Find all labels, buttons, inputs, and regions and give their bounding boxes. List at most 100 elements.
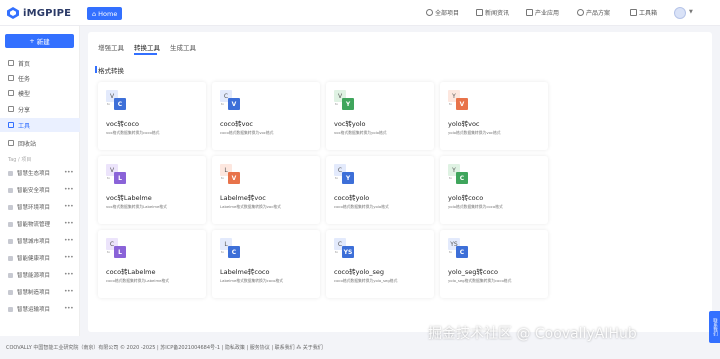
tool-card[interactable]: Vto C voc转coco voc格式数据集转换为coco格式 [98,82,206,150]
project-item[interactable]: 智慧城市项目 ••• [0,235,80,247]
chart-icon [526,9,533,16]
nav-all-projects[interactable]: 全部项目 [426,8,459,17]
to-label: to [221,176,225,180]
folder-icon [8,221,13,227]
document-icon [476,9,483,16]
tool-card[interactable]: Yto V yolo转voc yolo格式数据集转换为voc格式 [440,82,548,150]
more-icon[interactable]: ••• [64,254,74,261]
tool-card[interactable]: Cto Y coco转yolo coco格式数据集转换为yolo格式 [326,156,434,224]
tool-card[interactable]: Lto C Labelme转coco Labelme格式数据集转换为coco格式 [212,230,320,298]
more-icon[interactable]: ••• [64,237,74,244]
project-label: 智慧生态项目 [17,171,51,177]
sidebar: + 新建 首页 任务 模型 分享 工具 回收站 Tag / 项目 智慧生态项目 ••… [0,26,80,336]
tool-card[interactable]: Yto C yolo转coco yolo格式数据集转换为coco格式 [440,156,548,224]
main-panel: 增强工具 转换工具 生成工具 格式转换 Vto Cvoc转coco voc格式数据集… [88,32,712,332]
nav-label: 工具箱 [639,10,658,17]
more-icon[interactable]: ••• [64,186,74,193]
conversion-icon: Cto Y [334,164,360,186]
to-label: to [335,176,339,180]
tool-card[interactable]: Cto L coco转Labelme coco格式数据集转换为Labelme格式 [98,230,206,298]
nav-solutions[interactable]: 产品方案 [577,8,610,17]
to-label: to [449,250,453,254]
project-item[interactable]: 智能物流管理 ••• [0,218,80,230]
conversion-icon: YS to C [448,238,474,260]
project-item[interactable]: 智慧能源项目 ••• [0,269,80,281]
tool-icon [8,122,14,128]
tool-card[interactable]: Cto V coco转voc coco格式数据集转换为voc格式 [212,82,320,150]
more-icon[interactable]: ••• [64,305,74,312]
sidebar-item-home[interactable]: 首页 [0,56,80,70]
more-icon[interactable]: ••• [64,203,74,210]
home-icon: ⌂ [92,9,97,18]
folder-icon [8,187,13,193]
conversion-icon: Yto V [448,90,474,112]
project-item[interactable]: 智能健康项目 ••• [0,252,80,264]
target-format-badge: C [456,246,468,258]
project-label: 智能健康项目 [17,256,51,262]
sidebar-item-label: 分享 [18,106,31,114]
tab-generate[interactable]: 生成工具 [170,42,196,52]
home-icon [8,60,14,66]
tool-card-title: coco转yolo [334,194,370,202]
tool-card[interactable]: Cto YS coco转yolo_seg coco格式数据集转换为yolo_seg格式 [326,230,434,298]
project-item[interactable]: 智慧环境项目 ••• [0,201,80,213]
target-format-badge: YS [342,246,354,258]
tool-card-description: Labelme格式数据集转换为coco格式 [220,278,284,283]
tool-card[interactable]: Lto V Labelme转voc Labelme格式数据集转换为voc格式 [212,156,320,224]
target-format-badge: C [228,246,240,258]
home-button[interactable]: ⌂ Home [87,7,123,20]
project-item[interactable]: 智能安全项目 ••• [0,184,80,196]
project-item[interactable]: 智慧制造项目 ••• [0,286,80,298]
home-label: Home [98,9,118,18]
sidebar-item-label: 回收站 [18,140,37,148]
tool-card[interactable]: Vto Y voc转yolo voc格式数据集转换为yolo格式 [326,82,434,150]
clock-icon [426,9,433,16]
plus-icon: + [29,37,35,45]
sidebar-item-label: 首页 [18,60,31,68]
nav-label: 新闻资讯 [485,10,510,17]
tab-convert[interactable]: 转换工具 [134,42,160,52]
folder-icon [8,255,13,261]
sidebar-item-tools[interactable]: 工具 [0,118,80,132]
to-label: to [107,102,111,106]
model-icon [8,90,14,96]
sidebar-item-models[interactable]: 模型 [0,86,80,100]
logo[interactable]: iMGPIPE [6,6,71,20]
folder-icon [8,170,13,176]
section-title: 格式转换 [95,66,124,75]
nav-toolbox[interactable]: 工具箱 [630,8,657,17]
tool-card[interactable]: YS to C yolo_seg转coco yolo_seg格式数据集转换为coco格式 [440,230,548,298]
tool-card-description: voc格式数据集转换为Labelme格式 [106,204,167,209]
more-icon[interactable]: ••• [64,169,74,176]
tool-card-title: coco转yolo_seg [334,268,384,276]
nav-news[interactable]: 新闻资讯 [476,8,509,17]
new-button[interactable]: + 新建 [5,34,74,48]
avatar[interactable] [674,7,686,19]
tool-card-description: yolo_seg格式数据集转换为coco格式 [448,278,512,283]
more-icon[interactable]: ••• [64,220,74,227]
sidebar-item-label: 模型 [18,90,31,98]
target-format-badge: V [228,98,240,110]
sidebar-item-share[interactable]: 分享 [0,102,80,116]
project-item[interactable]: 智慧生态项目 ••• [0,167,80,179]
share-icon [8,106,14,112]
sidebar-item-trash[interactable]: 回收站 [0,136,80,150]
tool-card-description: voc格式数据集转换为coco格式 [106,130,160,135]
chevron-down-icon[interactable]: ▼ [689,9,693,15]
project-item[interactable]: 智慧运输项目 ••• [0,303,80,315]
nav-industry[interactable]: 产业应用 [526,8,559,17]
to-label: to [221,250,225,254]
sidebar-item-tasks[interactable]: 任务 [0,71,80,85]
tool-card[interactable]: Vto L voc转Labelme voc格式数据集转换为Labelme格式 [98,156,206,224]
more-icon[interactable]: ••• [64,288,74,295]
conversion-icon: Yto C [448,164,474,186]
tag-section-label: Tag / 项目 [8,157,32,163]
target-format-badge: L [114,172,126,184]
tool-card-title: coco转Labelme [106,268,156,276]
tab-enhance[interactable]: 增强工具 [98,42,124,52]
more-icon[interactable]: ••• [64,271,74,278]
conversion-icon: Cto V [220,90,246,112]
tool-card-title: voc转Labelme [106,194,152,202]
footer: COOVALLY 中国智能工业研究院（南京）有限公司 © 2020 -2025 … [6,345,323,351]
contact-float-button[interactable]: 联系我们 [709,311,720,343]
